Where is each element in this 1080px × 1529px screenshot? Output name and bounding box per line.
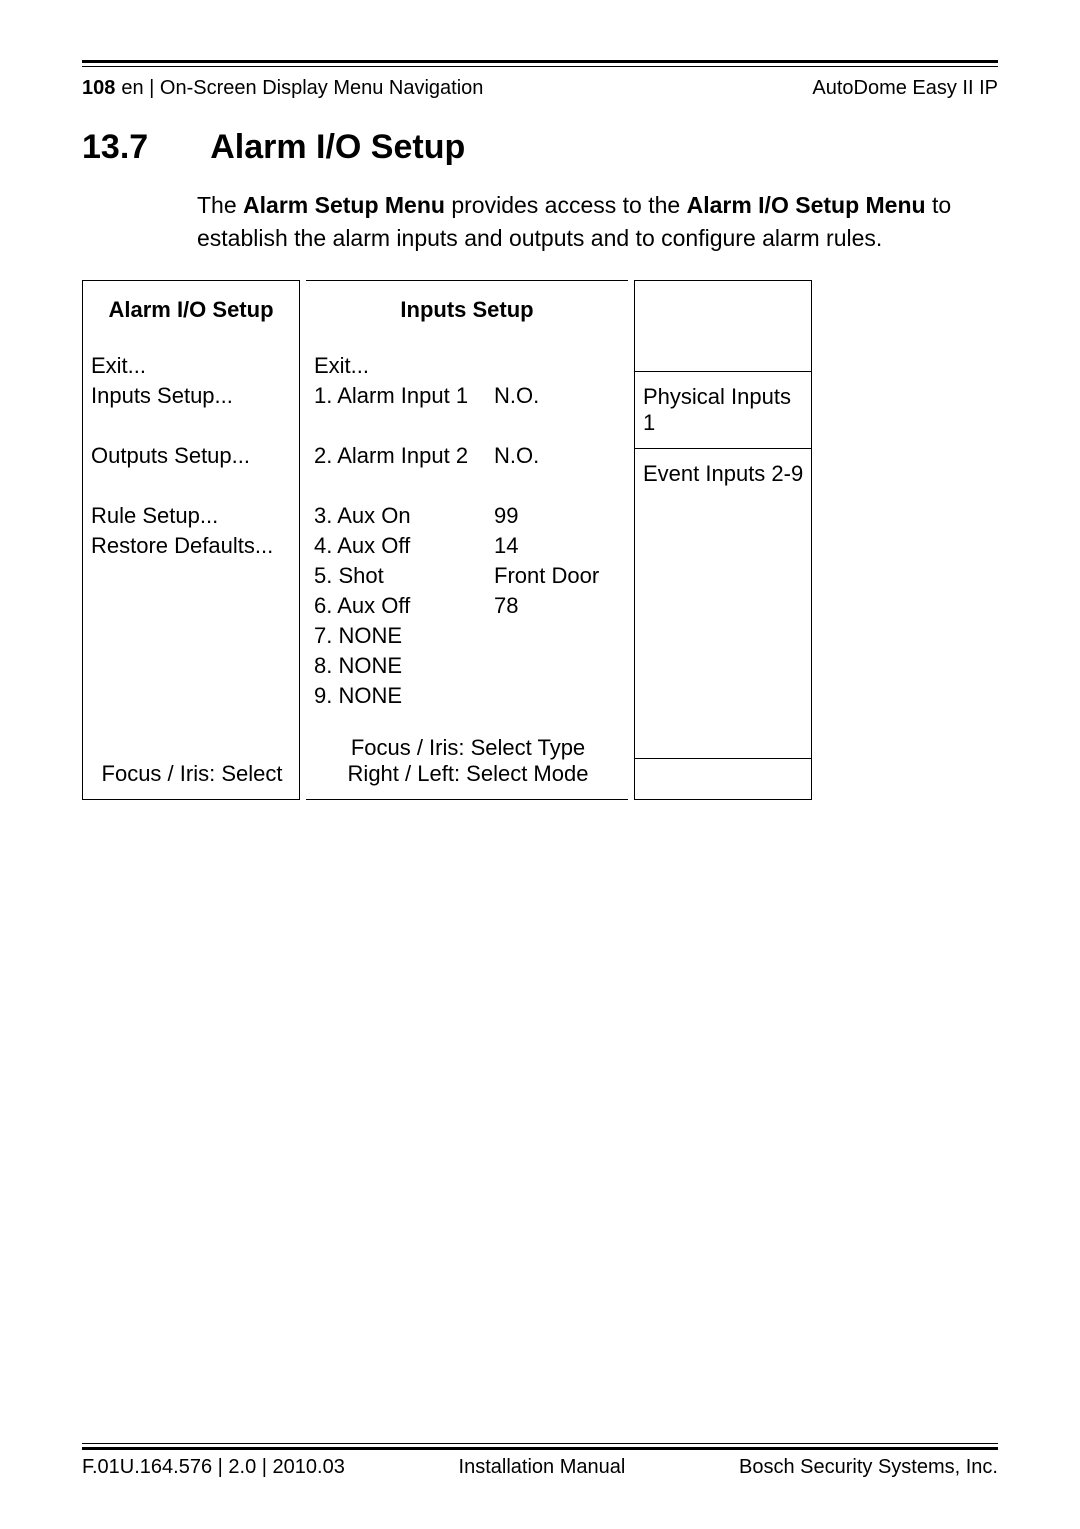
input-label: 4. Aux Off (314, 533, 494, 559)
input-label: 1. Alarm Input 1 (314, 383, 494, 409)
input-value: 99 (494, 503, 518, 529)
input-value: N.O. (494, 443, 539, 469)
intro-text: The (197, 192, 243, 218)
spacer-cell (635, 759, 811, 799)
menu-item-inputs: Inputs Setup... (91, 381, 293, 411)
intro-text: provides access to the (445, 192, 687, 218)
alarm-io-setup-menu: Alarm I/O Setup Exit... Inputs Setup... … (82, 280, 300, 800)
running-header: 108 en | On-Screen Display Menu Navigati… (82, 77, 998, 100)
input-row-2: 2. Alarm Input 2 N.O. (314, 441, 622, 471)
input-label: 5. Shot (314, 563, 494, 589)
input-value: Front Door (494, 563, 599, 589)
input-row-8: 8. NONE (314, 651, 622, 681)
input-value: N.O. (494, 383, 539, 409)
input-row-5: 5. Shot Front Door (314, 561, 622, 591)
input-categories: Physical Inputs 1 Event Inputs 2-9 (634, 280, 812, 800)
footer-rule (82, 1443, 998, 1450)
breadcrumb: en | On-Screen Display Menu Navigation (121, 77, 483, 100)
menu-footer-hints: Focus / Iris: Select Type Right / Left: … (306, 723, 628, 799)
spacer-cell (635, 281, 811, 371)
input-label: 2. Alarm Input 2 (314, 443, 494, 469)
intro-bold: Alarm Setup Menu (243, 192, 445, 218)
hint-line: Right / Left: Select Mode (314, 761, 622, 787)
doc-number: F.01U.164.576 | 2.0 | 2010.03 (82, 1456, 345, 1479)
menu-item-exit: Exit... (314, 351, 622, 381)
header-rule (82, 60, 998, 67)
input-value: 78 (494, 593, 518, 619)
section-heading: 13.7 Alarm I/O Setup (82, 128, 998, 167)
menu-footer-hint: Focus / Iris: Select (83, 749, 299, 799)
menu-item-rule: Rule Setup... (91, 501, 293, 531)
input-label: 3. Aux On (314, 503, 494, 529)
input-row-3: 3. Aux On 99 (314, 501, 622, 531)
intro-bold: Alarm I/O Setup Menu (687, 192, 926, 218)
menu-item-outputs: Outputs Setup... (91, 441, 293, 471)
section-number: 13.7 (82, 128, 148, 167)
page-number: 108 (82, 77, 115, 100)
input-row-7: 7. NONE (314, 621, 622, 651)
menu-item-restore: Restore Defaults... (91, 531, 293, 561)
category-event: Event Inputs 2-9 (635, 449, 811, 759)
menu-tables: Alarm I/O Setup Exit... Inputs Setup... … (82, 280, 998, 800)
menu-body: Exit... 1. Alarm Input 1 N.O. 2. Alarm I… (306, 339, 628, 723)
running-footer: F.01U.164.576 | 2.0 | 2010.03 Installati… (82, 1456, 998, 1479)
product-name: AutoDome Easy II IP (812, 77, 998, 100)
inputs-setup-menu: Inputs Setup Exit... 1. Alarm Input 1 N.… (306, 280, 628, 800)
input-row-9: 9. NONE (314, 681, 622, 711)
input-row-4: 4. Aux Off 14 (314, 531, 622, 561)
input-row-6: 6. Aux Off 78 (314, 591, 622, 621)
input-row-1: 1. Alarm Input 1 N.O. (314, 381, 622, 411)
menu-body: Exit... Inputs Setup... Outputs Setup...… (83, 339, 299, 749)
menu-item-exit: Exit... (91, 351, 293, 381)
input-value: 14 (494, 533, 518, 559)
doc-type: Installation Manual (459, 1456, 626, 1479)
menu-heading: Inputs Setup (306, 281, 628, 339)
intro-paragraph: The Alarm Setup Menu provides access to … (197, 189, 998, 256)
category-physical: Physical Inputs 1 (635, 371, 811, 449)
input-label: 6. Aux Off (314, 593, 494, 619)
hint-line: Focus / Iris: Select Type (314, 735, 622, 761)
section-title: Alarm I/O Setup (210, 128, 465, 167)
menu-heading: Alarm I/O Setup (83, 281, 299, 339)
company-name: Bosch Security Systems, Inc. (739, 1456, 998, 1479)
